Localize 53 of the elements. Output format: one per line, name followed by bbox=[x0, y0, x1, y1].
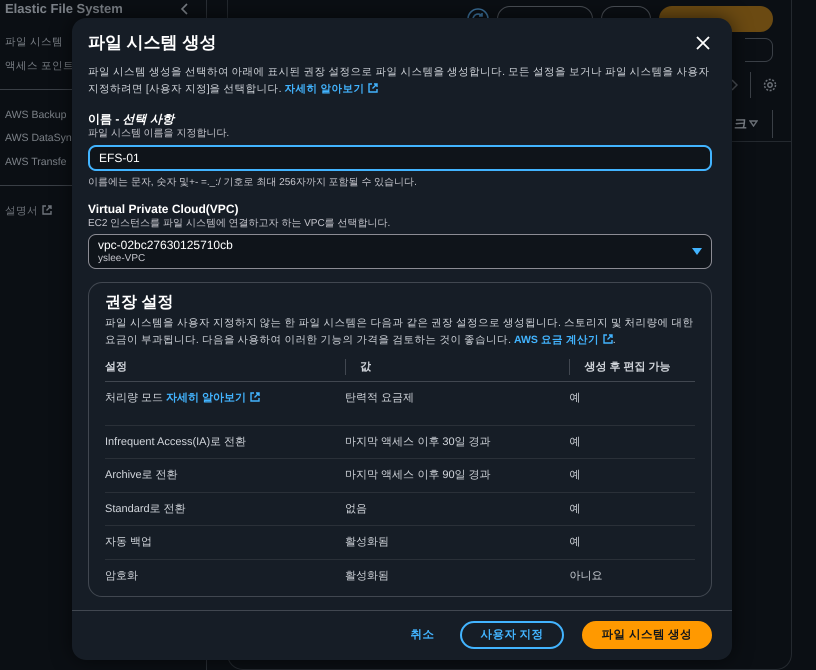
create-button[interactable]: 파일 시스템 생성 bbox=[582, 621, 712, 649]
settings-icon[interactable] bbox=[763, 78, 777, 92]
table-cell: 활성화됨 bbox=[345, 570, 390, 582]
select-value: vpc-02bc27630125710cb bbox=[98, 238, 233, 252]
table-cell: Infrequent Access(IA)로 전환 bbox=[105, 436, 246, 448]
external-link-icon bbox=[602, 334, 613, 344]
external-link-icon bbox=[250, 392, 260, 402]
dropdown-caret-icon[interactable] bbox=[692, 248, 702, 254]
field-hint: EC2 인스턴스를 파일 시스템에 연결하고자 하는 VPC를 선택합니다. bbox=[88, 216, 392, 230]
cancel-button[interactable]: 취소 bbox=[402, 620, 442, 650]
modal-description: 파일 시스템 생성을 선택하여 아래에 표시된 권장 설정으로 파일 시스템을 생성합니다. 모든 설정을 보거나 파일 시스템을 사용자 지정하려면 [사용자 지정]을 선택합니다. 자세히 알아보기 bbox=[88, 64, 711, 96]
field-constraint: 이름에는 문자, 숫자 및+- =._:/ 기호로 최대 256자까지 포함될 수 있습니다. bbox=[88, 176, 418, 190]
table-cell: 예 bbox=[569, 536, 580, 548]
learn-more-link[interactable]: 자세히 알아보기 bbox=[284, 82, 378, 94]
table-cell: 활성화됨 bbox=[345, 536, 390, 548]
name-input[interactable]: EFS-01 bbox=[88, 144, 712, 170]
table-cell: 자동 백업 bbox=[105, 536, 152, 548]
pricing-calculator-link[interactable]: AWS 요금 계산기 bbox=[514, 334, 613, 346]
table-cell: 암호화 bbox=[105, 570, 138, 582]
sidebar-title: Elastic File System bbox=[5, 1, 123, 17]
column-header: 생성 후 편집 가능 bbox=[584, 360, 671, 372]
table-cell: Standard로 전환 bbox=[105, 502, 186, 514]
column-header: 설정 bbox=[105, 360, 127, 372]
column-header: 값 bbox=[360, 360, 372, 372]
docs-link[interactable]: 설명서 bbox=[5, 200, 52, 224]
section-description: 파일 시스템을 사용자 지정하지 않는 한 파일 시스템은 다음과 같은 권장 설정으로 생성됩니다. 스토리지 및 처리량에 대한 요금이 부과됩니다. 다음을 사용하여 이러한 기능의 가격을 검토하는 것이 좋습니다. AWS 요금 계산기 . bbox=[105, 316, 695, 348]
search-field[interactable] bbox=[745, 38, 773, 62]
customize-button[interactable]: 사용자 지정 bbox=[460, 621, 564, 649]
field-hint: 파일 시스템 이름을 지정합니다. bbox=[88, 126, 230, 140]
column-header: 크 bbox=[734, 114, 747, 133]
field-label: Virtual Private Cloud(VPC) bbox=[88, 202, 240, 216]
field-label: 이름 - 선택 사항 bbox=[88, 112, 176, 126]
table-cell: 없음 bbox=[345, 502, 368, 514]
learn-more-link[interactable]: 자세히 알아보기 bbox=[166, 392, 260, 404]
select-sublabel: yslee-VPC bbox=[98, 252, 146, 264]
section-title: 권장 설정 bbox=[105, 292, 174, 312]
table-cell: 아니요 bbox=[569, 570, 602, 582]
collapse-icon[interactable] bbox=[180, 2, 188, 14]
table-cell: 예 bbox=[569, 469, 580, 481]
table-cell: 처리량 모드 bbox=[105, 392, 164, 404]
modal-title: 파일 시스템 생성 bbox=[88, 32, 216, 54]
table-cell: 마지막 액세스 이후 90일 경과 bbox=[345, 469, 491, 481]
close-icon[interactable] bbox=[696, 36, 710, 50]
table-cell: 예 bbox=[569, 392, 580, 404]
table-cell: 예 bbox=[569, 436, 580, 448]
vpc-select[interactable]: vpc-02bc27630125710cb yslee-VPC bbox=[88, 234, 712, 268]
table-cell: 탄력적 요금제 bbox=[345, 392, 414, 404]
sort-icon[interactable] bbox=[749, 120, 758, 127]
table-cell: Archive로 전환 bbox=[105, 469, 178, 481]
table-cell: 예 bbox=[569, 502, 580, 514]
table-cell: 마지막 액세스 이후 30일 경과 bbox=[345, 436, 491, 448]
external-link-icon bbox=[42, 204, 52, 215]
external-link-icon bbox=[368, 82, 378, 92]
